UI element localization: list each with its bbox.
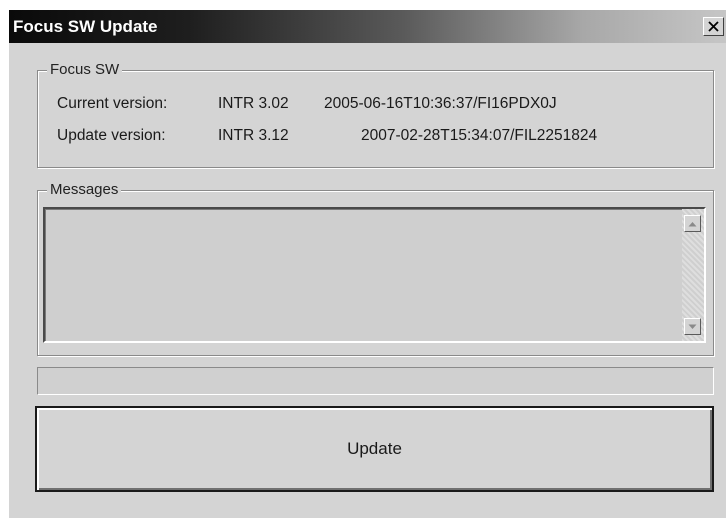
current-version-value: INTR 3.02	[218, 95, 289, 112]
window-title: Focus SW Update	[13, 17, 158, 36]
update-version-stamp: 2007-02-28T15:34:07/FIL2251824	[361, 127, 598, 144]
update-version-value: INTR 3.12	[218, 127, 289, 144]
messages-legend: Messages	[47, 181, 122, 198]
update-version-label: Update version:	[57, 127, 166, 144]
current-version-stamp: 2005-06-16T10:36:37/FI16PDX0J	[324, 95, 557, 112]
messages-scrollbar[interactable]	[682, 209, 704, 341]
messages-group: Messages	[37, 181, 714, 356]
close-button[interactable]	[703, 17, 724, 36]
update-button[interactable]: Update	[35, 406, 714, 492]
progress-bar	[37, 367, 714, 395]
scroll-up-button[interactable]	[684, 215, 701, 232]
scroll-up-arrow-icon	[688, 221, 697, 226]
focus-sw-legend: Focus SW	[47, 61, 123, 78]
focus-sw-group: Focus SW Current version: INTR 3.02 2005…	[37, 61, 714, 168]
title-bar: Focus SW Update	[9, 10, 726, 43]
update-button-label: Update	[347, 439, 402, 458]
scroll-down-arrow-icon	[688, 324, 697, 329]
close-icon	[708, 21, 719, 32]
scroll-down-button[interactable]	[684, 318, 701, 335]
update-dialog: Focus SW Update Focus SW Current version…	[8, 10, 726, 518]
messages-textarea[interactable]	[43, 207, 706, 343]
current-version-label: Current version:	[57, 95, 168, 112]
